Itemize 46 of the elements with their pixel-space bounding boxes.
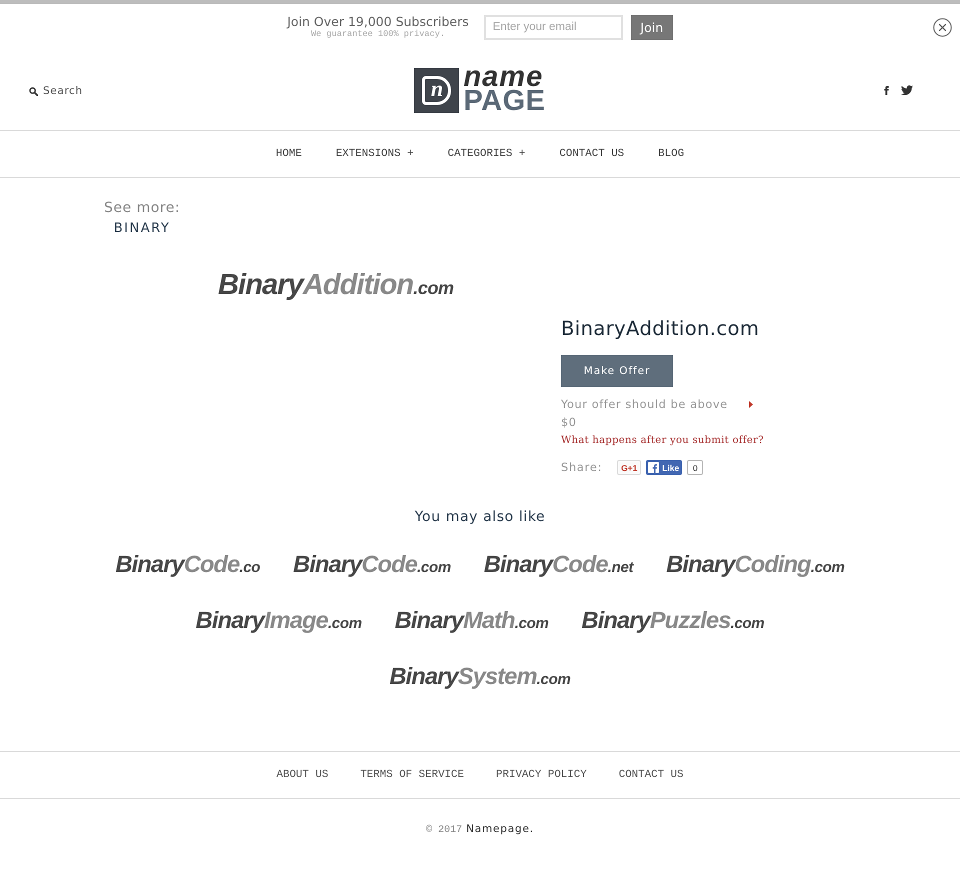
domain-logo-link[interactable]: BinaryCode.com — [293, 549, 451, 583]
facebook-icon — [648, 462, 660, 473]
domain-logo-link[interactable]: BinaryCode.co — [115, 549, 260, 583]
join-button[interactable]: Join — [630, 14, 673, 40]
facebook-like-button[interactable]: Like — [646, 460, 682, 475]
search-icon — [29, 86, 38, 96]
caret-icon — [748, 401, 753, 408]
google-plus-button[interactable]: G+1 — [617, 460, 642, 475]
search-button[interactable]: Search — [29, 85, 83, 97]
domain-logo-link[interactable]: BinaryImage.com — [196, 605, 362, 639]
logo-name-text[interactable]: name — [463, 67, 544, 89]
twitter-icon[interactable] — [901, 85, 913, 95]
min-offer-amount: $0 — [561, 415, 577, 430]
domain-logo: BinaryAddition.com — [218, 268, 454, 303]
close-icon[interactable] — [933, 18, 952, 36]
namepage-link[interactable]: Namepage. — [466, 823, 534, 835]
domain-logo-link[interactable]: BinaryCode.net — [484, 549, 634, 583]
signup-heading: Join Over 19,000 Subscribers — [287, 14, 469, 29]
nav-link[interactable]: CATEGORIES + — [448, 148, 526, 160]
nav-link[interactable]: HOME — [276, 148, 302, 160]
email-field[interactable]: Enter your email — [484, 14, 623, 40]
footer-link[interactable]: PRIVACY POLICY — [496, 769, 587, 781]
share-label: Share: — [561, 461, 602, 474]
domain-logo-link[interactable]: BinaryPuzzles.com — [582, 605, 764, 639]
offer-help-link[interactable]: What happens after you submit offer? — [561, 433, 764, 448]
domain-logo-link[interactable]: BinaryMath.com — [394, 605, 549, 639]
like-count: 0 — [687, 460, 704, 475]
domain-logo-link[interactable]: BinaryCoding.com — [666, 549, 845, 583]
offer-note: Your offer should be above — [561, 397, 728, 412]
facebook-icon[interactable] — [884, 86, 889, 94]
nav-link[interactable]: CONTACT US — [559, 148, 624, 160]
footer-link[interactable]: CONTACT US — [618, 769, 684, 781]
domain-title: BinaryAddition.com — [561, 316, 760, 342]
privacy-note: We guarantee 100% privacy. — [310, 29, 446, 40]
nav-link[interactable]: BLOG — [658, 148, 684, 160]
related-heading: You may also like — [414, 508, 546, 526]
logo-mark[interactable]: n — [414, 68, 460, 112]
domain-logo-link[interactable]: BinarySystem.com — [390, 661, 570, 695]
copyright-text: © 2017 — [426, 825, 462, 836]
footer-link[interactable]: ABOUT US — [276, 769, 328, 781]
footer-link[interactable]: TERMS OF SERVICE — [360, 769, 464, 781]
tag-link[interactable]: BINARY — [114, 220, 170, 238]
make-offer-button[interactable]: Make Offer — [561, 355, 673, 387]
nav-link[interactable]: EXTENSIONS + — [336, 148, 414, 160]
logo-page-text[interactable]: PAGE — [463, 89, 546, 113]
see-more-label: See more: — [104, 200, 180, 217]
